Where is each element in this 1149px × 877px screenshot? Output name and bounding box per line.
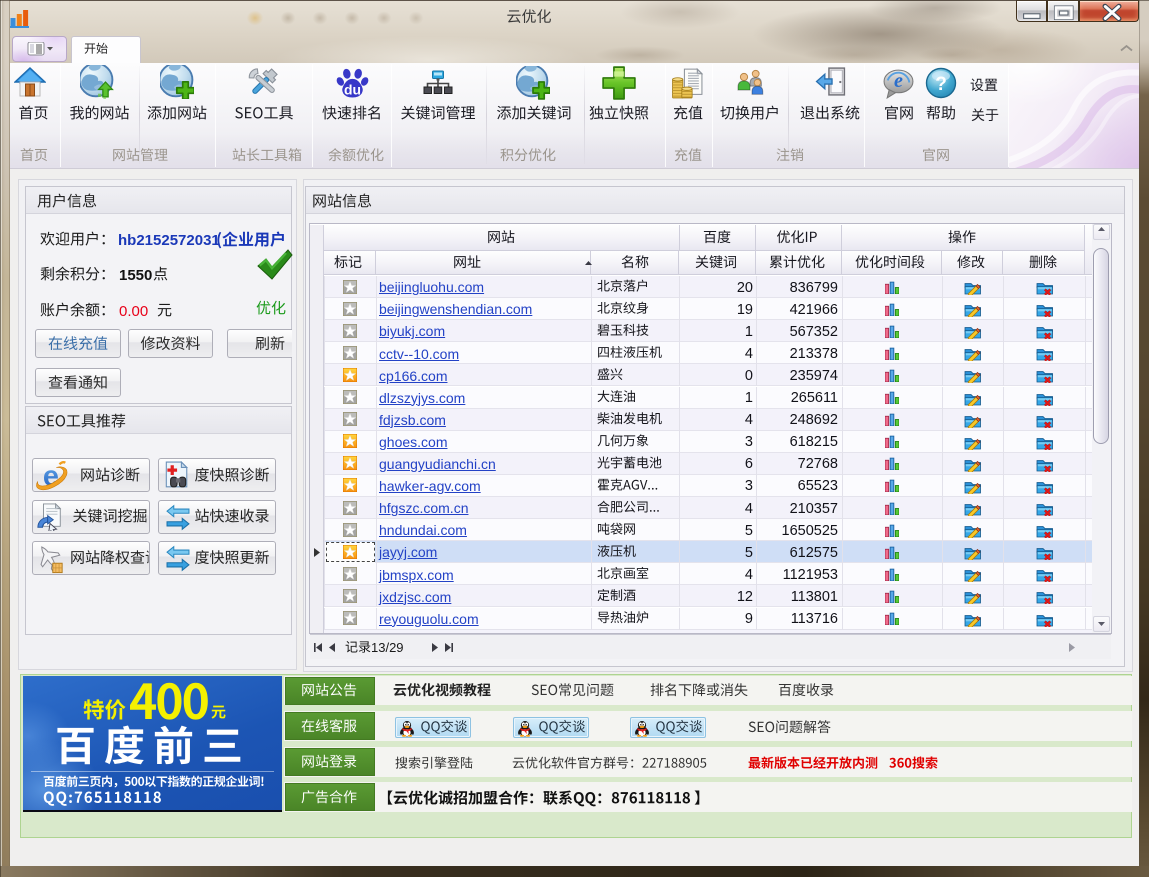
svg-text:du: du [344, 81, 361, 97]
svg-text:?: ? [935, 74, 947, 95]
